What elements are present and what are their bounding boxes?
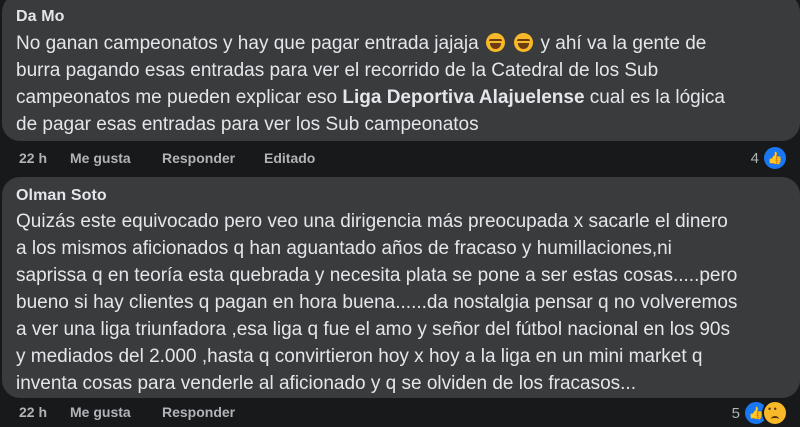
laughing-tears-emoji	[514, 33, 534, 52]
comment-text: No ganan campeonatos y hay que pagar ent…	[16, 33, 725, 135]
reply-button[interactable]: Responder	[162, 150, 235, 166]
comment-timestamp[interactable]: 22 h	[19, 404, 47, 420]
laughing-tears-emoji	[485, 33, 505, 52]
comment-timestamp[interactable]: 22 h	[19, 150, 47, 166]
comment-bubble: Olman Soto Quizás este equivocado pero v…	[2, 177, 800, 398]
sad-icon	[762, 400, 788, 426]
reaction-summary[interactable]: 4 👍	[750, 145, 788, 171]
tagged-page-link[interactable]: Liga Deportiva Alajuelense	[342, 87, 584, 108]
comment-author[interactable]: Olman Soto	[16, 187, 107, 205]
edited-label[interactable]: Editado	[264, 150, 315, 166]
reply-button[interactable]: Responder	[162, 404, 235, 420]
comment-author[interactable]: Da Mo	[16, 8, 65, 26]
like-button[interactable]: Me gusta	[70, 404, 131, 420]
reaction-summary[interactable]: 5 👍	[731, 400, 788, 426]
comment-bubble: Da Mo No ganan campeonatos y hay que pag…	[2, 0, 800, 141]
like-icon: 👍	[762, 145, 788, 171]
like-button[interactable]: Me gusta	[70, 150, 131, 166]
reaction-count: 4	[750, 149, 759, 167]
reaction-count: 5	[731, 404, 740, 422]
comment-text: Quizás este equivocado pero veo una diri…	[16, 211, 738, 394]
